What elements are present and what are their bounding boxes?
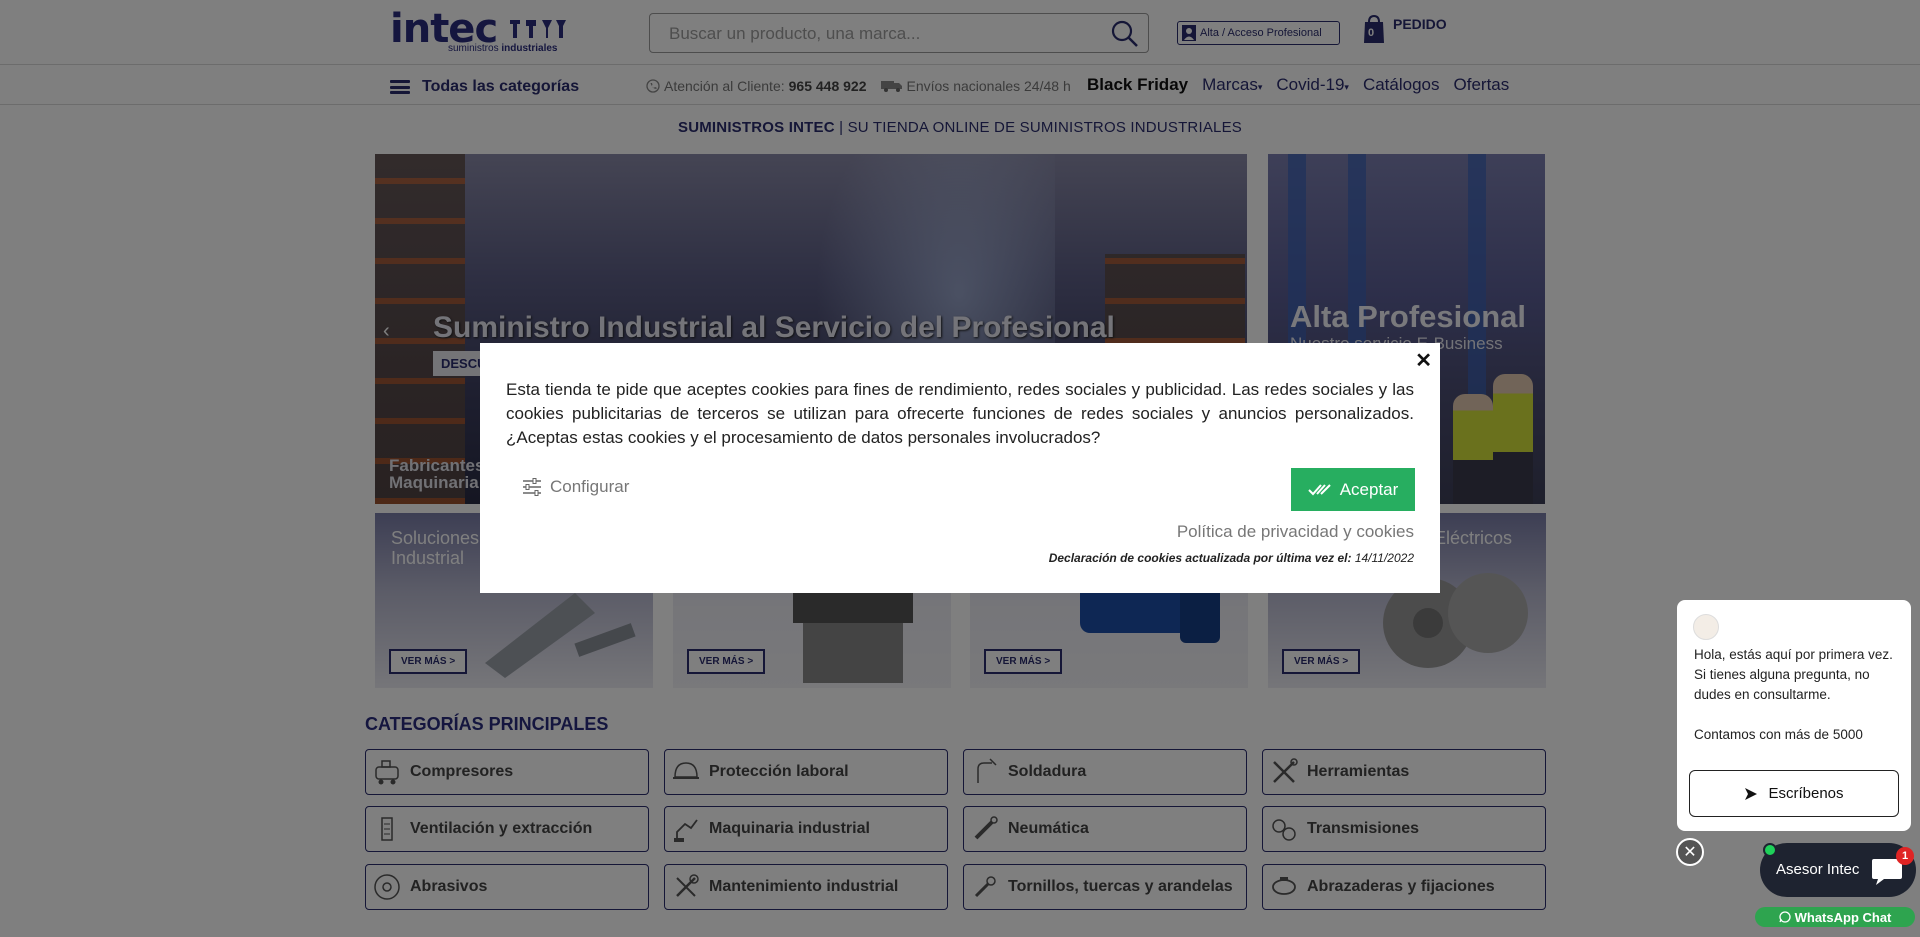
double-check-icon [1307, 483, 1331, 495]
write-to-us-label: Escríbenos [1768, 785, 1844, 802]
online-status-dot [1763, 843, 1777, 857]
accept-cookies-button[interactable]: Aceptar [1291, 468, 1415, 511]
configure-label: Configurar [550, 477, 630, 496]
write-to-us-button[interactable]: Escríbenos [1689, 770, 1899, 817]
whatsapp-icon [1778, 911, 1791, 923]
accept-label: Aceptar [1339, 479, 1399, 499]
sliders-icon [523, 478, 541, 496]
chat-greeting-bubble: Hola, estás aquí por primera vez. Si tie… [1677, 600, 1911, 831]
agent-avatar [1693, 614, 1719, 640]
unread-badge: 1 [1896, 847, 1914, 865]
chat-greeting-text: Hola, estás aquí por primera vez. Si tie… [1694, 647, 1893, 742]
close-icon[interactable]: ✕ [1415, 348, 1432, 373]
cookie-declaration-date: Declaración de cookies actualizada por ú… [1048, 551, 1414, 565]
send-icon [1745, 787, 1758, 800]
cookie-consent-text: Esta tienda te pide que aceptes cookies … [506, 380, 1414, 447]
chat-launcher[interactable]: Asesor Intec 1 [1760, 843, 1916, 897]
chat-agent-name: Asesor Intec [1776, 861, 1860, 878]
chat-close-icon[interactable]: ✕ [1676, 838, 1704, 866]
configure-cookies-button[interactable]: Configurar [522, 477, 629, 497]
whatsapp-chat-button[interactable]: WhatsApp Chat [1755, 907, 1915, 927]
whatsapp-label: WhatsApp Chat [1794, 909, 1892, 925]
cookie-consent-dialog: ✕ Esta tienda te pide que aceptes cookie… [480, 343, 1440, 593]
privacy-policy-link[interactable]: Política de privacidad y cookies [1177, 522, 1414, 542]
